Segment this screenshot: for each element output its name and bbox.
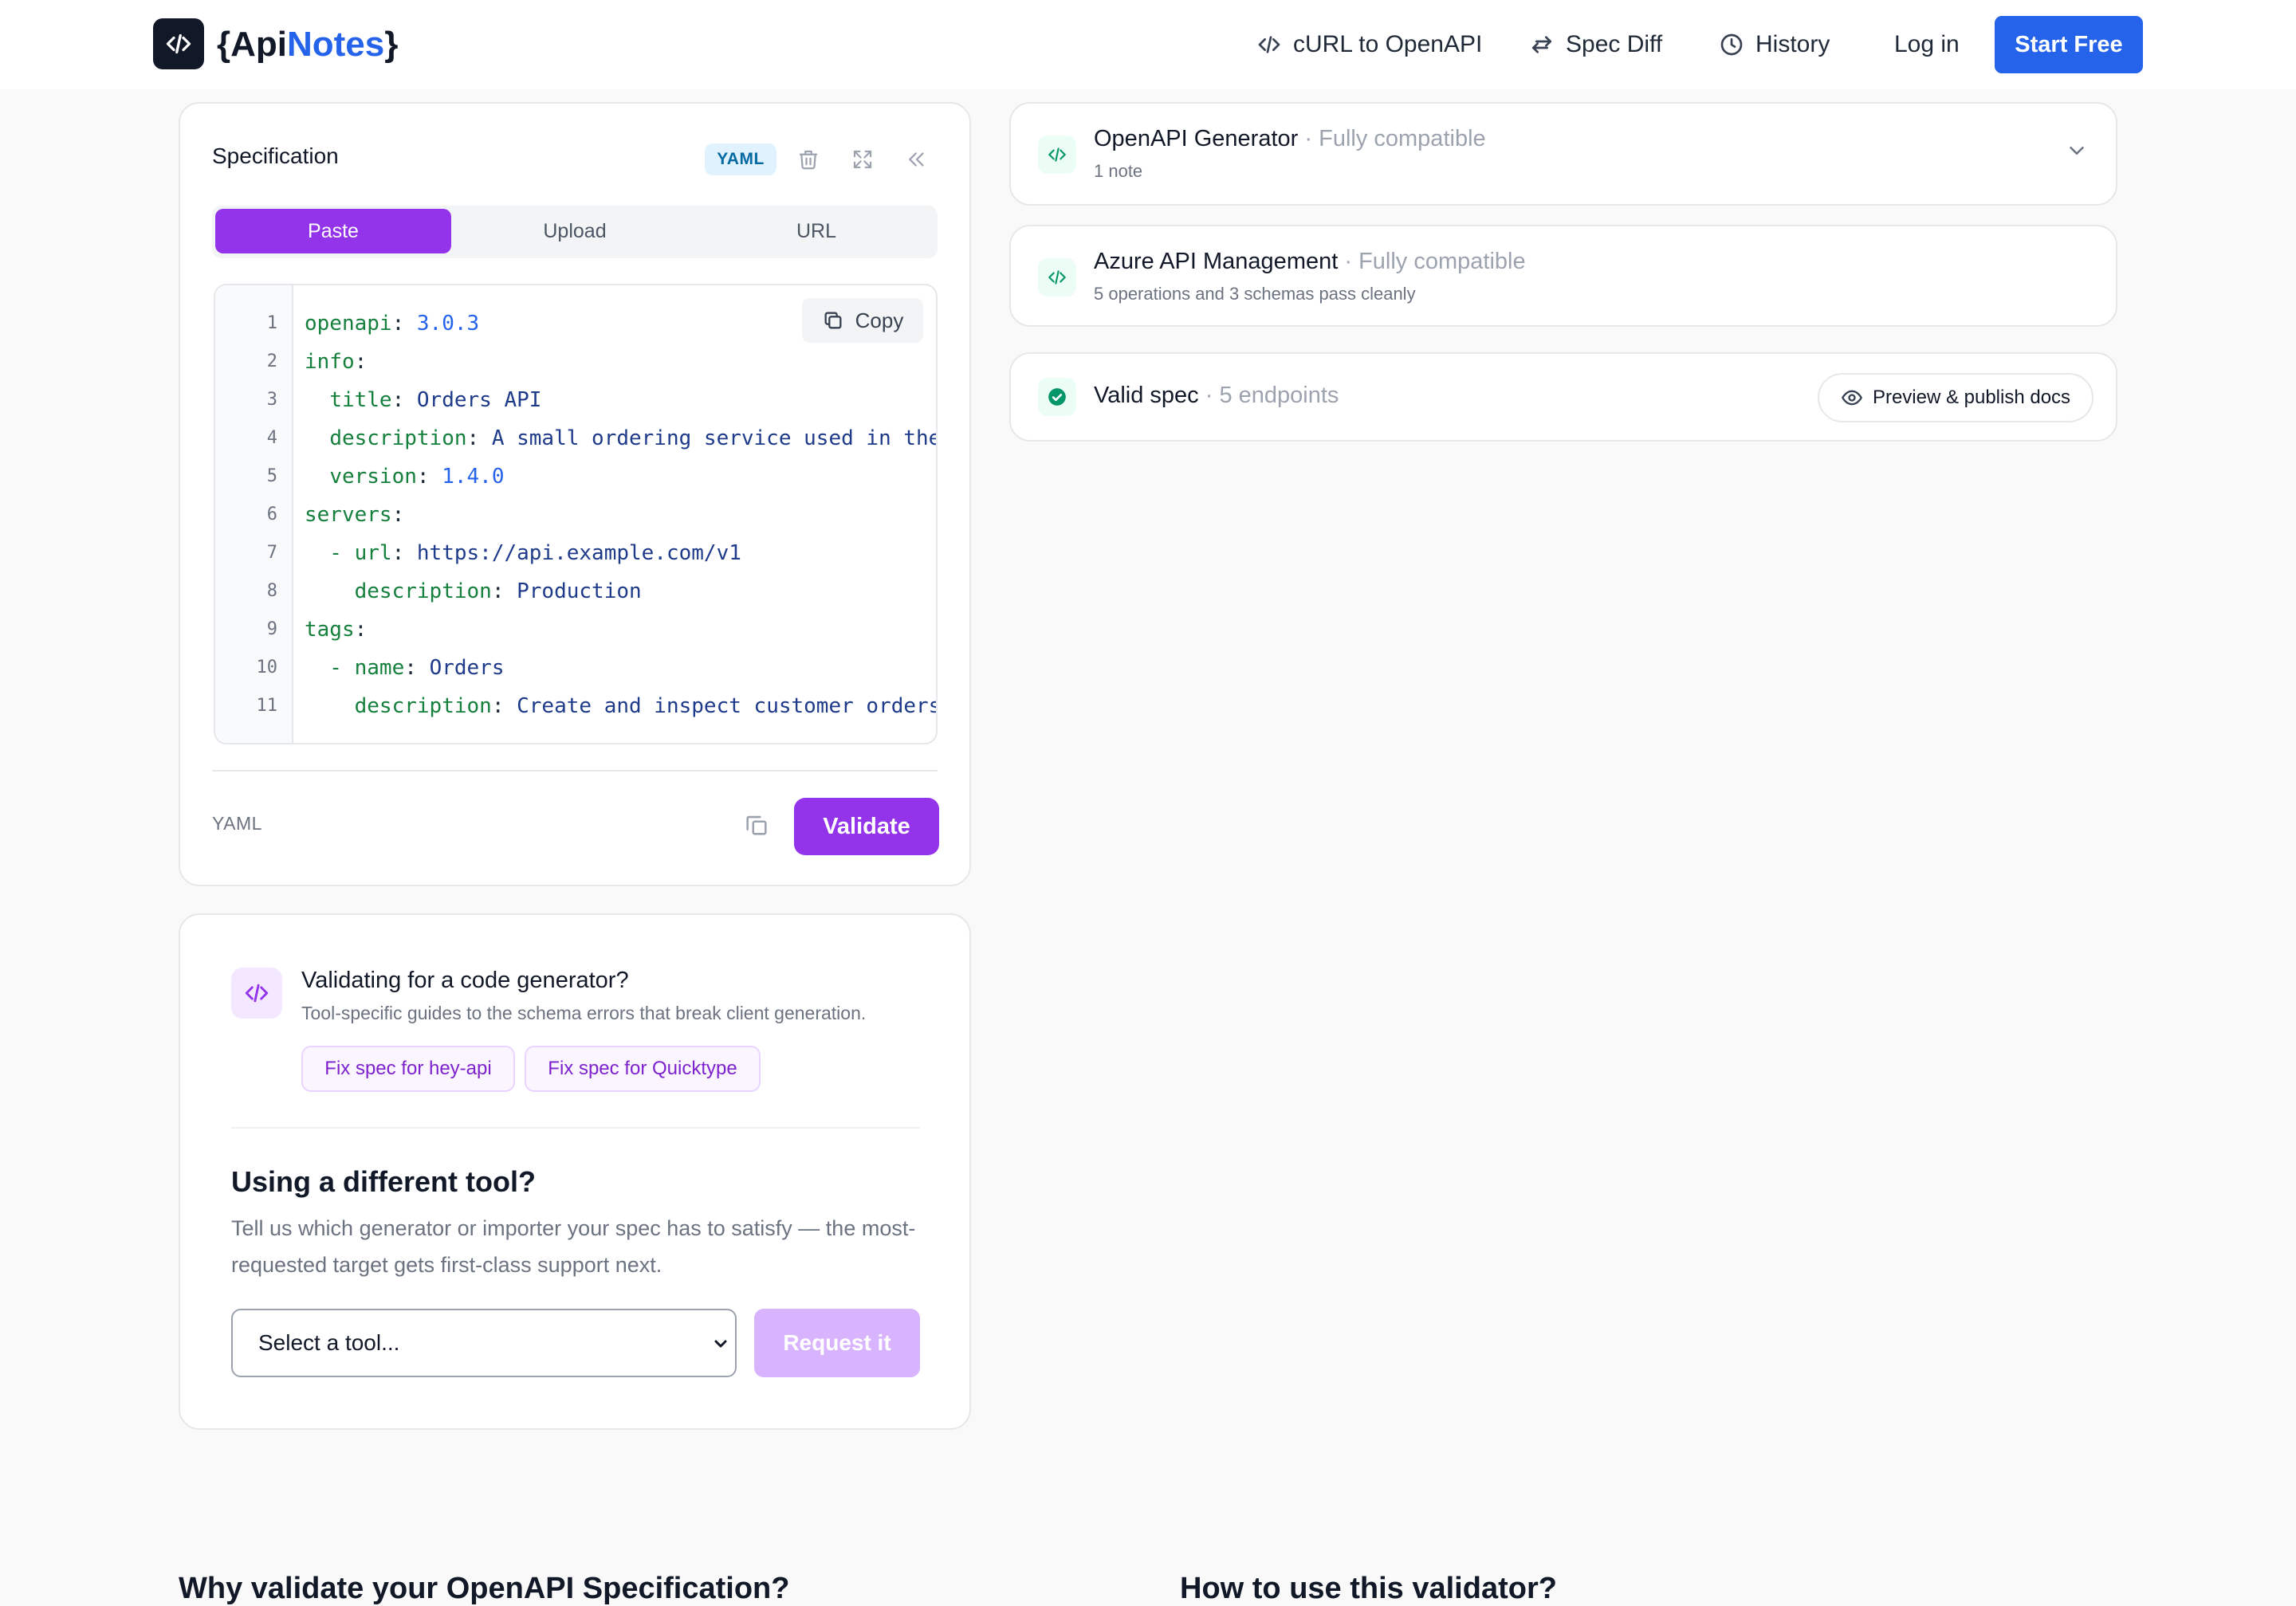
tab-url[interactable]: URL <box>698 209 934 253</box>
chip-fix-quicktype[interactable]: Fix spec for Quicktype <box>525 1046 761 1092</box>
code-icon <box>1258 36 1280 53</box>
result-openapi-generator[interactable]: OpenAPI Generator · Fully compatible 1 n… <box>1009 102 2117 206</box>
section-heading-how: How to use this validator? <box>1180 1572 1557 1605</box>
code-line: description: Production <box>354 579 642 603</box>
code-line: - url: https://api.example.com/v1 <box>305 541 741 565</box>
line-number: 5 <box>266 466 277 486</box>
request-tool-button[interactable]: Request it <box>754 1309 920 1377</box>
chevron-down-icon[interactable] <box>2065 139 2089 163</box>
nav-history[interactable]: History <box>1719 24 1830 65</box>
trash-icon[interactable] <box>794 145 823 174</box>
tool-select[interactable]: Select a tool... <box>231 1309 737 1377</box>
chip-fix-hey-api[interactable]: Fix spec for hey-api <box>301 1046 515 1092</box>
expand-icon[interactable] <box>848 145 877 174</box>
line-number-gutter: 1 2 3 4 5 6 7 8 9 10 11 <box>215 285 293 743</box>
code-icon <box>1038 258 1076 296</box>
code-line: description: Create and inspect customer… <box>354 694 938 718</box>
line-number: 9 <box>266 619 277 639</box>
divider <box>212 770 938 772</box>
line-number: 10 <box>256 658 278 677</box>
specification-card: Specification YAML Paste Upload URL 1 2 … <box>179 102 971 886</box>
input-mode-tabs: Paste Upload URL <box>212 206 938 258</box>
line-number: 4 <box>266 428 277 448</box>
spec-title: Specification <box>212 143 339 168</box>
start-free-button[interactable]: Start Free <box>1995 16 2143 73</box>
tab-paste[interactable]: Paste <box>215 209 451 253</box>
tool-request-title: Using a different tool? <box>231 1165 536 1198</box>
code-line: - name: Orders <box>305 656 505 680</box>
duplicate-icon[interactable] <box>743 811 772 840</box>
code-editor[interactable]: 1 2 3 4 5 6 7 8 9 10 11 openapi: 3.0.3 i… <box>214 284 938 744</box>
code-line: title: Orders API <box>329 388 542 412</box>
result-title: OpenAPI Generator · Fully compatible <box>1094 126 1486 151</box>
line-number: 11 <box>256 696 278 716</box>
copy-code-button[interactable]: Copy <box>802 298 923 343</box>
line-number: 1 <box>266 313 277 333</box>
result-subtitle: 5 operations and 3 schemas pass cleanly <box>1094 284 1416 304</box>
preview-publish-button[interactable]: Preview & publish docs <box>1818 373 2094 422</box>
clock-icon <box>1720 33 1743 56</box>
guide-title: Validating for a code generator? <box>301 968 629 993</box>
code-line: tags: <box>305 618 368 642</box>
guide-subtitle: Tool-specific guides to the schema error… <box>301 1003 867 1023</box>
arrows-exchange-icon <box>1532 36 1551 53</box>
code-line: servers: <box>305 503 405 527</box>
nav-spec-diff[interactable]: Spec Diff <box>1529 24 1662 65</box>
line-number: 8 <box>266 581 277 601</box>
code-line: version: 1.4.0 <box>329 465 505 489</box>
validate-button[interactable]: Validate <box>794 798 939 855</box>
eye-icon <box>1842 390 1862 406</box>
login-link[interactable]: Log in <box>1894 24 1960 65</box>
result-azure-api-management: Azure API Management · Fully compatible … <box>1009 225 2117 327</box>
code-line: description: A small ordering service us… <box>329 426 938 450</box>
code-icon <box>231 968 282 1019</box>
line-number: 6 <box>266 505 277 524</box>
tool-request-description: Tell us which generator or importer your… <box>231 1216 916 1277</box>
line-number: 7 <box>266 543 277 563</box>
collapse-chevrons-left-icon[interactable] <box>902 145 931 174</box>
section-heading-why: Why validate your OpenAPI Specification? <box>179 1572 790 1605</box>
result-title: Azure API Management · Fully compatible <box>1094 249 1526 274</box>
code-generator-guide-card: Validating for a code generator? Tool-sp… <box>179 913 971 1430</box>
nav-curl-to-openapi[interactable]: cURL to OpenAPI <box>1256 24 1482 65</box>
tab-upload[interactable]: Upload <box>457 209 693 253</box>
line-number: 3 <box>266 390 277 410</box>
copy-icon <box>824 312 842 329</box>
format-badge: YAML <box>705 143 776 175</box>
logo-icon[interactable] <box>153 18 204 69</box>
logo-wordmark[interactable]: {ApiNotes} <box>217 21 398 69</box>
result-subtitle: 1 note <box>1094 161 1143 181</box>
code-line: openapi: 3.0.3 <box>305 312 480 336</box>
valid-spec-card: Valid spec · 5 endpoints Preview & publi… <box>1009 352 2117 442</box>
check-circle-icon <box>1038 378 1076 416</box>
line-number: 2 <box>266 351 277 371</box>
valid-spec-status: Valid spec · 5 endpoints <box>1094 383 1339 408</box>
divider <box>231 1127 920 1129</box>
code-line: info: <box>305 350 368 374</box>
format-label: YAML <box>212 813 262 834</box>
code-icon <box>1038 135 1076 174</box>
navbar: {ApiNotes} cURL to OpenAPI Spec Diff His… <box>0 0 2296 89</box>
chevron-down-icon <box>714 1340 727 1348</box>
